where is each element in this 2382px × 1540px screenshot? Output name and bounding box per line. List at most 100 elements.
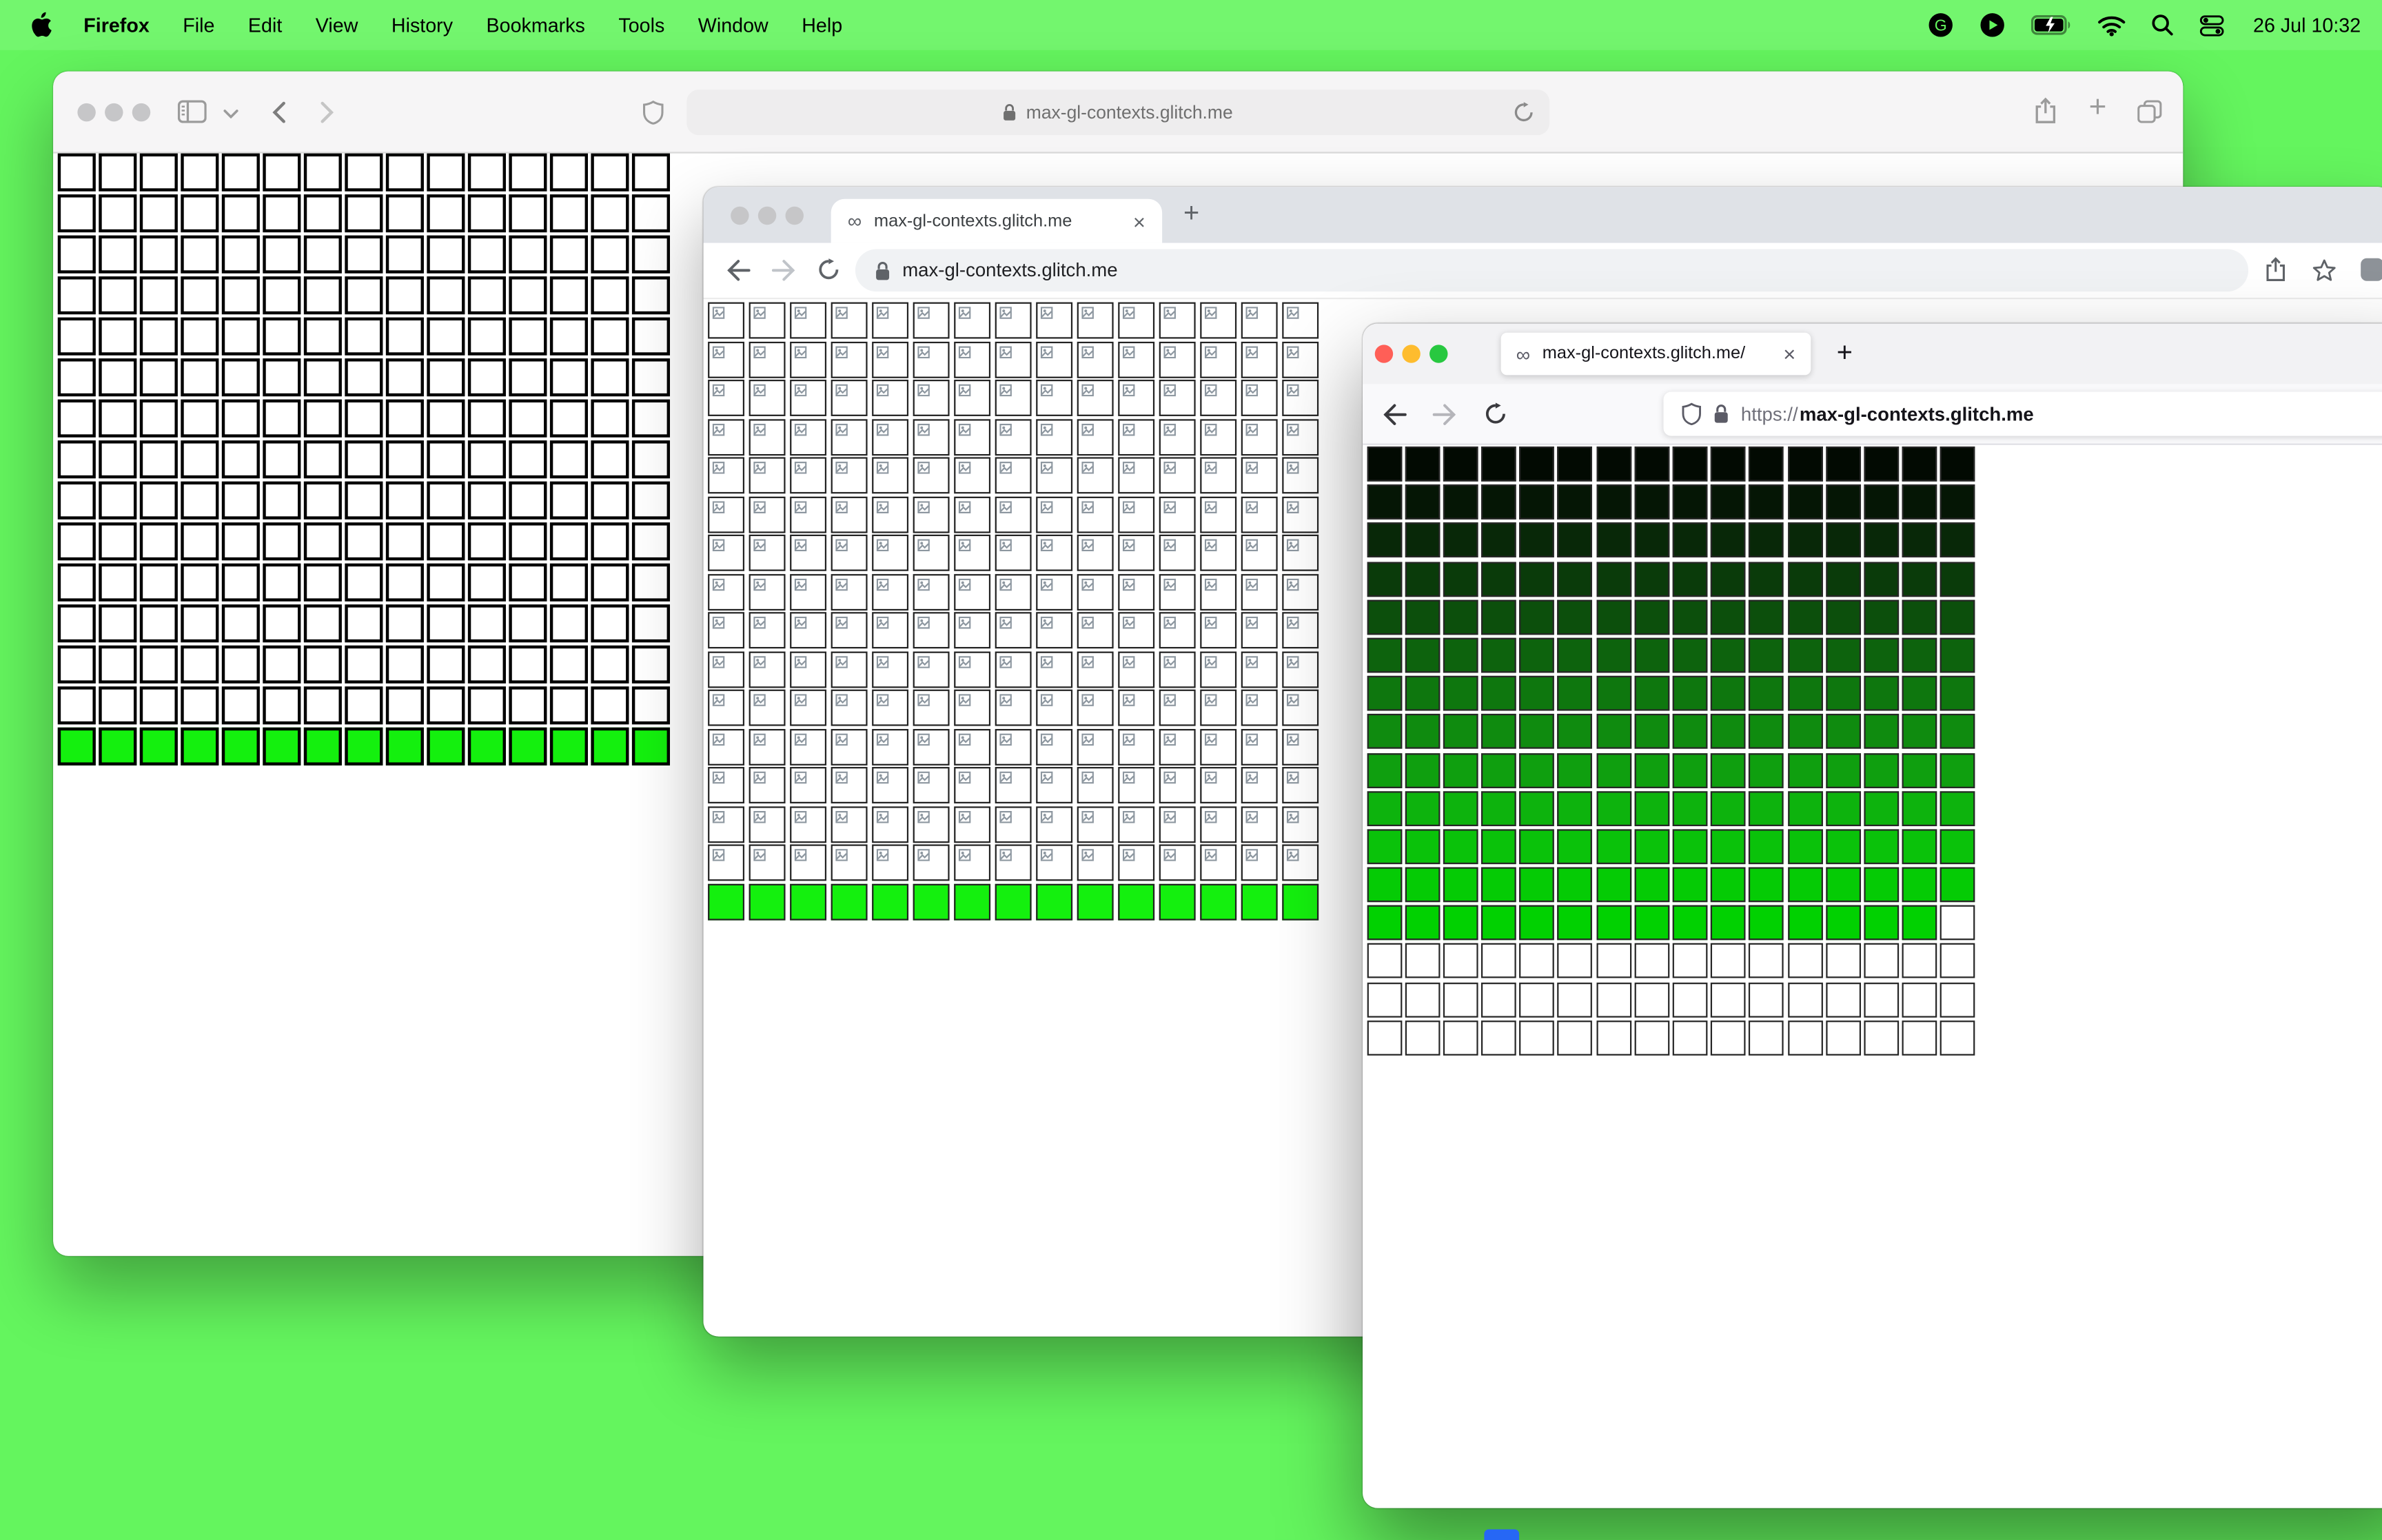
broken-image-icon — [999, 616, 1012, 629]
broken-image-icon — [1081, 655, 1094, 668]
canvas-cell-broken — [1159, 573, 1196, 610]
reload-icon[interactable] — [1484, 402, 1507, 425]
bookmark-star-icon[interactable] — [2312, 258, 2337, 283]
close-window-button[interactable] — [1374, 345, 1394, 363]
broken-image-icon — [1245, 422, 1258, 435]
tracking-protection-shield-icon[interactable] — [1682, 402, 1702, 426]
canvas-cell — [1940, 790, 1976, 826]
canvas-cell — [139, 153, 178, 192]
new-tab-button[interactable]: + — [1183, 198, 1199, 229]
minimize-window-button[interactable] — [757, 206, 777, 225]
menu-history[interactable]: History — [375, 14, 470, 37]
canvas-cell — [1749, 599, 1784, 635]
menu-tools[interactable]: Tools — [602, 14, 681, 37]
canvas-cell — [1672, 714, 1708, 750]
canvas-row — [1366, 714, 2382, 750]
back-icon[interactable] — [272, 101, 286, 123]
spotlight-search-icon[interactable] — [2151, 14, 2174, 37]
privacy-shield-icon[interactable] — [642, 100, 664, 125]
grammarly-icon[interactable]: G — [1928, 12, 1953, 38]
tab-close-icon[interactable]: × — [1783, 342, 1795, 366]
canvas-cell — [99, 645, 137, 684]
canvas-cell-broken — [1282, 767, 1319, 803]
firefox-tabbar[interactable]: ∞ max-gl-contexts.glitch.me/ × + — [1363, 323, 2382, 384]
menu-app-firefox[interactable]: Firefox — [67, 14, 166, 37]
menu-bookmarks[interactable]: Bookmarks — [469, 14, 602, 37]
close-window-button[interactable] — [77, 103, 96, 122]
extension-icon[interactable] — [2361, 258, 2382, 281]
forward-icon[interactable] — [1432, 402, 1456, 427]
menu-edit[interactable]: Edit — [232, 14, 299, 37]
canvas-cell — [1481, 790, 1516, 826]
menu-file[interactable]: File — [166, 14, 232, 37]
apple-menu-icon[interactable] — [30, 12, 52, 38]
canvas-cell — [303, 440, 342, 479]
canvas-cell — [467, 481, 506, 520]
canvas-cell — [345, 440, 383, 479]
browser-tab[interactable]: ∞ max-gl-contexts.glitch.me × — [831, 198, 1163, 243]
new-tab-button[interactable]: + — [2089, 91, 2107, 126]
canvas-cell-broken — [1241, 302, 1278, 339]
canvas-cell — [591, 276, 629, 315]
canvas-cell-broken — [954, 767, 991, 803]
broken-image-icon — [1245, 384, 1258, 397]
battery-charging-icon[interactable] — [2031, 15, 2073, 35]
close-window-button[interactable] — [731, 206, 749, 225]
zoom-window-button[interactable] — [785, 206, 804, 225]
canvas-cell-broken — [1118, 844, 1155, 881]
canvas-cell — [1902, 905, 1937, 941]
back-icon[interactable] — [726, 258, 751, 283]
reload-icon[interactable] — [1513, 102, 1534, 123]
chrome-tabstrip[interactable]: ∞ max-gl-contexts.glitch.me × + — [703, 187, 2382, 243]
chevron-down-icon[interactable] — [223, 110, 238, 119]
canvas-cell-broken — [995, 340, 1032, 378]
canvas-cell — [1864, 752, 1899, 788]
address-bar[interactable]: max-gl-contexts.glitch.me — [855, 249, 2249, 292]
minimize-window-button[interactable] — [1402, 345, 1421, 363]
address-bar[interactable]: max-gl-contexts.glitch.me — [686, 90, 1550, 136]
canvas-cell — [1711, 790, 1746, 826]
menubar-clock[interactable]: 26 Jul 10:32 — [2253, 14, 2361, 37]
broken-image-icon — [1204, 849, 1217, 861]
share-icon[interactable] — [2265, 256, 2286, 282]
canvas-cell — [303, 522, 342, 561]
control-center-icon[interactable] — [2200, 14, 2224, 36]
broken-image-icon — [835, 384, 848, 397]
lock-icon[interactable] — [1713, 404, 1729, 424]
reload-icon[interactable] — [817, 258, 840, 281]
menu-window[interactable]: Window — [682, 14, 785, 37]
broken-image-icon — [1040, 422, 1053, 435]
back-icon[interactable] — [1383, 402, 1407, 427]
canvas-cell-broken — [913, 805, 950, 843]
broken-image-icon — [1040, 810, 1053, 823]
share-icon[interactable] — [2034, 97, 2057, 125]
forward-icon[interactable] — [320, 101, 334, 123]
tab-title: max-gl-contexts.glitch.me — [873, 212, 1072, 230]
lock-icon[interactable] — [875, 260, 890, 280]
media-play-status-icon[interactable] — [1979, 12, 2005, 38]
dock-peek[interactable] — [1484, 1529, 1520, 1540]
menu-help[interactable]: Help — [785, 14, 859, 37]
tab-close-icon[interactable]: × — [1133, 209, 1146, 233]
zoom-window-button[interactable] — [132, 103, 151, 122]
forward-icon[interactable] — [771, 258, 796, 283]
wifi-icon[interactable] — [2098, 14, 2126, 36]
canvas-cell — [1672, 829, 1708, 864]
canvas-cell — [1519, 943, 1555, 979]
canvas-cell — [1864, 599, 1899, 635]
canvas-cell — [139, 358, 178, 397]
address-bar[interactable]: https:// max-gl-contexts.glitch.me — [1663, 391, 2382, 436]
canvas-cell-broken — [749, 767, 786, 803]
tab-overview-icon[interactable] — [2137, 100, 2162, 123]
broken-image-icon — [917, 810, 930, 823]
canvas-cell — [1787, 982, 1822, 1017]
minimize-window-button[interactable] — [105, 103, 123, 122]
safari-titlebar[interactable]: max-gl-contexts.glitch.me + — [53, 71, 2184, 154]
canvas-cell — [1558, 943, 1593, 979]
menu-view[interactable]: View — [299, 14, 375, 37]
canvas-cell — [181, 235, 219, 274]
browser-tab[interactable]: ∞ max-gl-contexts.glitch.me/ × — [1500, 332, 1811, 376]
sidebar-toggle-icon[interactable] — [177, 100, 207, 123]
zoom-window-button[interactable] — [1429, 345, 1448, 363]
new-tab-button[interactable]: + — [1837, 337, 1853, 369]
